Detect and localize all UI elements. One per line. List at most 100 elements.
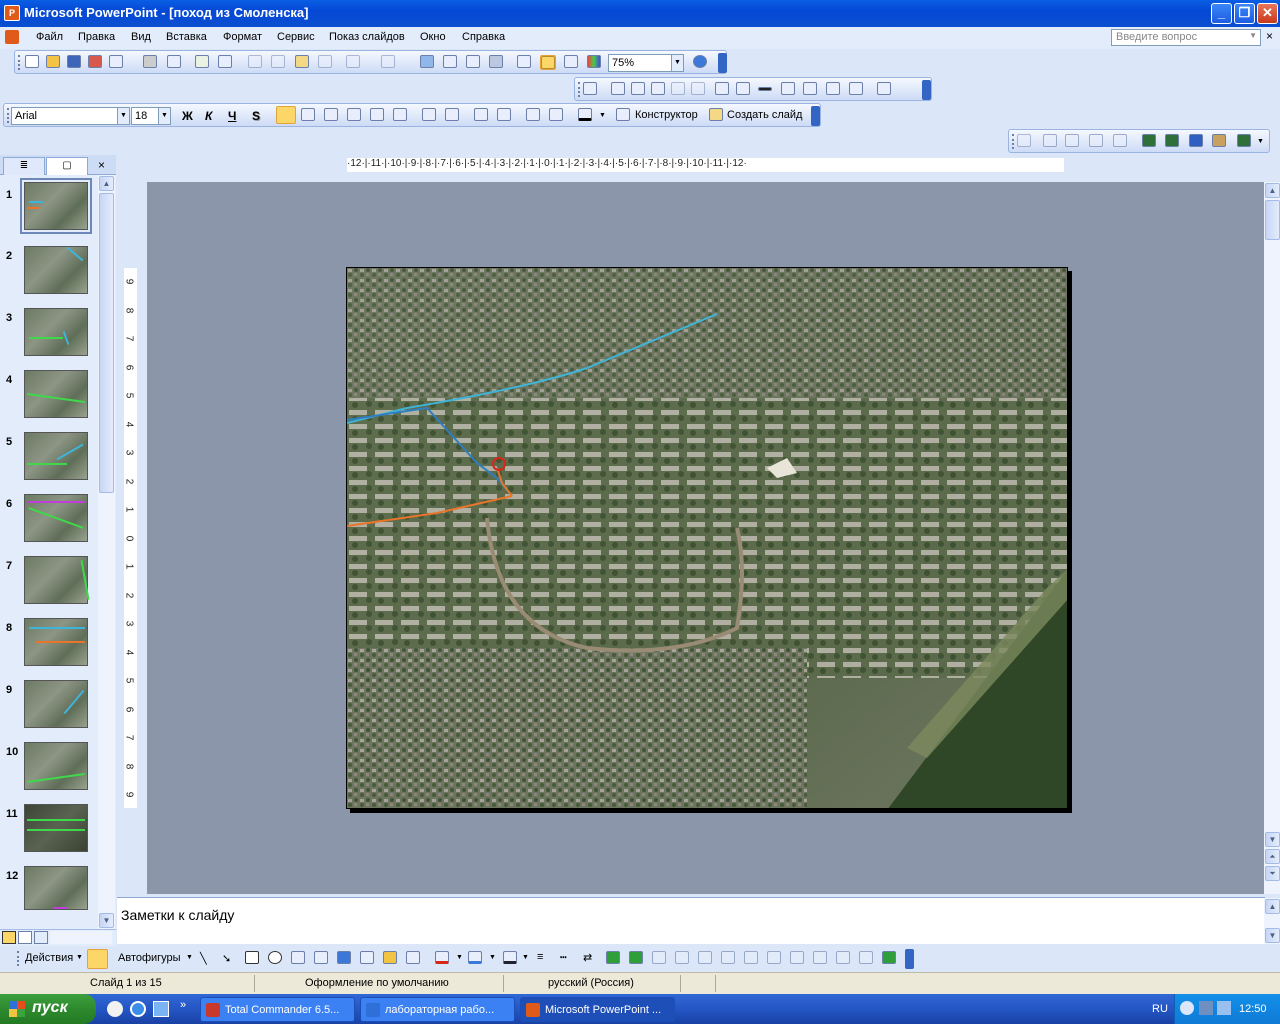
- menu-file[interactable]: Файл: [36, 31, 63, 43]
- copy-icon[interactable]: [271, 55, 287, 70]
- align-icon[interactable]: [721, 951, 737, 966]
- spelling-icon[interactable]: [195, 55, 211, 70]
- flip-vertical-icon[interactable]: [1065, 134, 1081, 149]
- toolbar-options-icon[interactable]: [905, 949, 914, 969]
- arrow-icon[interactable]: ➘: [222, 952, 238, 967]
- paste-icon[interactable]: [295, 55, 311, 70]
- percent-icon[interactable]: [1017, 134, 1033, 149]
- picture-icon[interactable]: [406, 951, 422, 966]
- text-direction-icon[interactable]: [393, 108, 409, 123]
- rectangle-icon[interactable]: [245, 951, 261, 966]
- rotate-right-icon[interactable]: [790, 951, 806, 966]
- print-preview-icon[interactable]: [167, 55, 183, 70]
- show-desktop-icon[interactable]: [107, 1001, 123, 1017]
- toolbar-gripper[interactable]: [7, 108, 10, 123]
- bold-button[interactable]: Ж: [182, 109, 193, 123]
- taskbar-item-word[interactable]: лабораторная рабо...: [360, 997, 515, 1022]
- taskbar-item-total-commander[interactable]: Total Commander 6.5...: [200, 997, 355, 1022]
- underline-button[interactable]: Ч: [228, 109, 236, 123]
- decrease-font-icon[interactable]: [497, 108, 513, 123]
- slide-thumbnail[interactable]: [24, 246, 88, 294]
- cut-icon[interactable]: [248, 55, 264, 70]
- slides-panel-scrollbar[interactable]: ▲ ▼: [98, 175, 115, 930]
- format-painter-icon[interactable]: [318, 55, 334, 70]
- slideshow-icon[interactable]: [34, 931, 48, 944]
- notes-scrollbar[interactable]: ▲ ▼: [1264, 898, 1280, 944]
- normal-view-icon[interactable]: [2, 931, 16, 944]
- chevron-down-icon[interactable]: ▼: [599, 112, 606, 119]
- textbox-icon[interactable]: [291, 951, 307, 966]
- chevron-down-icon[interactable]: ▼: [186, 954, 193, 961]
- toolbar-options-icon[interactable]: [718, 53, 727, 73]
- chevron-right-icon[interactable]: »: [180, 999, 186, 1011]
- line-color-icon[interactable]: [468, 951, 484, 966]
- menu-window[interactable]: Окно: [420, 31, 446, 43]
- chevron-down-icon[interactable]: ▼: [76, 954, 83, 961]
- regroup-icon[interactable]: [698, 951, 714, 966]
- tab-slides[interactable]: ▢: [46, 157, 88, 175]
- minimize-button[interactable]: _: [1211, 3, 1232, 24]
- menu-edit[interactable]: Правка: [78, 31, 115, 43]
- network-icon[interactable]: [1199, 1001, 1213, 1015]
- research-icon[interactable]: [218, 55, 234, 70]
- 3d-style-icon[interactable]: [629, 951, 645, 966]
- designer-button[interactable]: Конструктор: [635, 109, 698, 121]
- chevron-down-icon[interactable]: ▼: [1249, 31, 1257, 40]
- clipart-icon[interactable]: [383, 951, 399, 966]
- grid-icon[interactable]: [564, 55, 580, 70]
- shadow-on-icon[interactable]: [1165, 134, 1181, 149]
- flip-vertical-icon[interactable]: [836, 951, 852, 966]
- autoshapes-menu[interactable]: Автофигуры: [118, 952, 181, 964]
- reset-picture-icon[interactable]: [877, 82, 893, 97]
- increase-font-icon[interactable]: [474, 108, 490, 123]
- slide-thumbnail[interactable]: [24, 742, 88, 790]
- ungroup-icon[interactable]: [675, 951, 691, 966]
- slide-thumbnail[interactable]: [20, 178, 92, 234]
- chevron-down-icon[interactable]: ▼: [158, 108, 170, 124]
- scroll-up-icon[interactable]: ▲: [1265, 183, 1280, 198]
- shadow-style-icon[interactable]: [606, 951, 622, 966]
- save-icon[interactable]: [67, 55, 83, 70]
- new-icon[interactable]: [25, 55, 41, 70]
- undo-icon[interactable]: [346, 55, 362, 70]
- toolbar-gripper[interactable]: [1012, 134, 1015, 149]
- notes-pane[interactable]: Заметки к слайду: [117, 897, 1265, 944]
- open-icon[interactable]: [46, 55, 62, 70]
- aerial-photo[interactable]: [347, 268, 1068, 809]
- font-select[interactable]: Arial ▼: [11, 107, 130, 125]
- close-document-icon[interactable]: ×: [1266, 29, 1273, 43]
- slide-thumbnail[interactable]: [24, 618, 88, 666]
- language-bar[interactable]: RU: [1152, 1003, 1168, 1015]
- insert-table-icon[interactable]: [443, 55, 459, 70]
- select-objects-icon[interactable]: [87, 949, 108, 969]
- wordart-icon[interactable]: [337, 951, 353, 966]
- rotate-icon[interactable]: [736, 82, 752, 97]
- shadow-color-icon[interactable]: [1142, 134, 1158, 149]
- menu-insert[interactable]: Вставка: [166, 31, 207, 43]
- toolbar-options-icon[interactable]: [811, 106, 820, 126]
- volume-icon[interactable]: [1217, 1001, 1231, 1015]
- taskbar-item-powerpoint[interactable]: Microsoft PowerPoint ...: [520, 997, 675, 1022]
- distribute-icon[interactable]: [744, 951, 760, 966]
- slide-thumbnail[interactable]: [24, 556, 90, 604]
- restore-button[interactable]: ❐: [1234, 3, 1255, 24]
- chevron-down-icon[interactable]: ▼: [456, 954, 463, 961]
- start-button[interactable]: пуск: [0, 994, 96, 1024]
- scroll-thumb[interactable]: [1265, 200, 1280, 240]
- close-button[interactable]: ✕: [1257, 3, 1278, 24]
- fill-color-icon[interactable]: [435, 951, 451, 966]
- toolbar-gripper[interactable]: [18, 55, 21, 70]
- color-grayscale-icon[interactable]: [587, 55, 603, 70]
- toolbar-gripper[interactable]: [17, 951, 20, 966]
- design-template[interactable]: Оформление по умолчанию: [305, 977, 449, 989]
- shadow-off-icon[interactable]: [1189, 134, 1205, 149]
- chevron-down-icon[interactable]: ▼: [117, 108, 129, 124]
- less-brightness-icon[interactable]: [691, 82, 707, 97]
- chevron-down-icon[interactable]: ▼: [489, 954, 496, 961]
- show-formatting-icon[interactable]: [540, 55, 556, 70]
- insert-chart-icon[interactable]: [420, 55, 436, 70]
- scroll-down-icon[interactable]: ▼: [1265, 832, 1280, 847]
- menu-view[interactable]: Вид: [131, 31, 151, 43]
- slide-thumbnail[interactable]: [24, 432, 88, 480]
- chevron-down-icon[interactable]: ▼: [522, 954, 529, 961]
